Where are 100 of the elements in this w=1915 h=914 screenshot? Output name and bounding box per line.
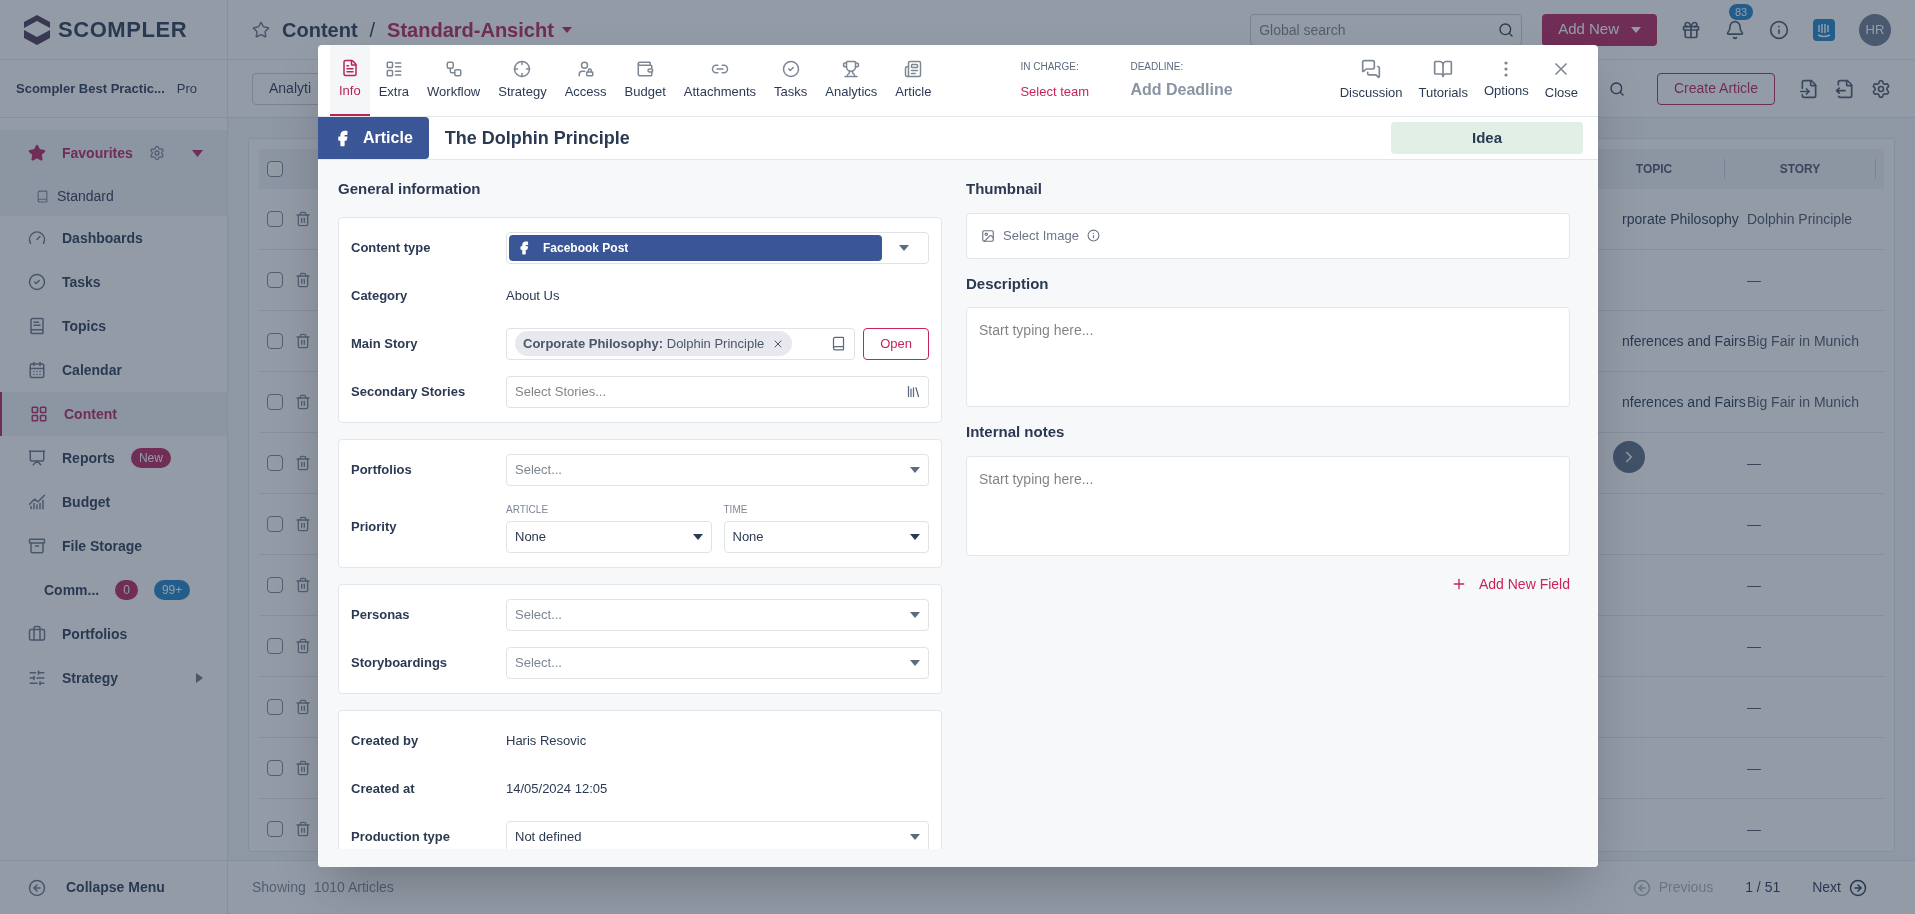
sub-label: TIME [723,502,749,517]
row-checkbox[interactable] [267,577,283,593]
next-button[interactable]: Next [1812,877,1867,898]
table-cell: — [1747,454,1761,471]
trash-icon[interactable] [295,577,311,593]
field-value: 14/05/2024 12:05 [506,779,608,798]
logo-icon [24,14,50,45]
trash-icon[interactable] [295,760,311,776]
field-label: Secondary Stories [351,382,467,401]
trash-icon[interactable] [295,638,311,654]
star-outline-icon[interactable] [252,20,270,39]
info-icon[interactable] [1769,19,1789,40]
row-checkbox[interactable] [267,821,283,837]
add-deadline-link[interactable]: Add Deadline [1130,78,1233,102]
dialog-tab[interactable]: Extra [369,45,419,116]
chat-widget-icon[interactable] [1813,18,1835,41]
caret-down-icon[interactable] [192,149,203,157]
select-field[interactable]: Select... [506,646,929,679]
count-badge: 0 [115,580,138,600]
collapse-menu-button[interactable]: Collapse Menu [0,860,227,914]
dialog-tab[interactable]: Attachments [674,45,766,116]
dialog-tab[interactable]: Article [886,45,941,116]
row-checkbox[interactable] [267,333,283,349]
dialog-tab[interactable]: Access [555,45,616,116]
select-all-checkbox[interactable] [267,161,283,177]
trash-icon[interactable] [295,394,311,410]
sidebar-item[interactable]: Calendar [0,348,227,392]
select-field[interactable]: Select... [506,453,929,486]
sliders-icon [28,669,46,687]
global-search-field[interactable]: Global search [1250,13,1523,46]
gift-icon[interactable] [1681,19,1701,40]
description-field[interactable]: Start typing here... [966,307,1570,407]
add-new-field-link[interactable]: Add New Field [1450,573,1570,595]
dialog-tab[interactable]: Tasks [765,45,817,116]
book-icon[interactable] [831,336,847,351]
notes-field[interactable]: Start typing here... [966,455,1570,556]
favourite-entry[interactable]: Standard [0,176,227,216]
settings-icon[interactable] [1871,78,1891,99]
dialog-action[interactable]: Tutorials [1410,45,1476,116]
breadcrumb-section[interactable]: Content [282,14,358,45]
favourites-item[interactable]: Favourites [0,130,227,176]
row-checkbox[interactable] [267,455,283,471]
dialog-tab[interactable]: Analytics [816,45,887,116]
sidebar-item[interactable]: Tasks [0,260,227,304]
notifications-icon[interactable] [1725,19,1745,40]
sidebar-item[interactable]: Portfolios [0,612,227,656]
search-icon[interactable] [1608,80,1625,97]
status-pill[interactable]: Idea [1391,122,1583,154]
open-button[interactable]: Open [863,327,929,360]
settings-icon[interactable] [148,145,165,161]
sidebar-item[interactable]: Comm... 0 99+ [0,568,227,612]
workspace-name[interactable]: Scompler Best Practic... [16,78,165,99]
trash-icon[interactable] [295,455,311,471]
row-checkbox[interactable] [267,638,283,654]
sidebar-item[interactable]: Topics [0,304,227,348]
trash-icon[interactable] [295,699,311,715]
dialog-action[interactable]: Discussion [1331,45,1411,116]
sidebar-item[interactable]: Dashboards [0,216,227,260]
dialog-tab[interactable]: Strategy [489,45,556,116]
content-type-select[interactable]: Facebook Post [506,231,929,264]
search-icon [1498,21,1515,38]
user-avatar[interactable]: HR [1859,13,1891,46]
dialog-action[interactable]: Close [1536,45,1586,116]
row-checkbox[interactable] [267,211,283,227]
sidebar-item[interactable]: Strategy [0,656,227,700]
import-icon[interactable] [1799,78,1819,99]
trash-icon[interactable] [295,821,311,837]
add-new-button[interactable]: Add New [1542,13,1657,46]
dialog-tab[interactable]: Budget [615,45,675,116]
row-checkbox[interactable] [267,394,283,410]
stories-field[interactable]: Select Stories... [506,375,929,408]
dialog-tab[interactable]: Info [330,45,370,116]
story-field[interactable]: Corporate Philosophy: Dolphin Principle [506,327,856,360]
sidebar-item[interactable]: Budget [0,480,227,524]
sidebar-item[interactable]: Content [0,392,227,436]
sidebar-item[interactable]: Reports New [0,436,227,480]
thumbnail-field[interactable]: Select Image [966,212,1570,259]
trash-icon[interactable] [295,211,311,227]
row-checkbox[interactable] [267,760,283,776]
dialog-action[interactable]: Options [1475,45,1537,116]
select-team-link[interactable]: Select team [1020,82,1121,102]
row-checkbox[interactable] [267,516,283,532]
row-checkbox[interactable] [267,272,283,288]
article-title[interactable]: The Dolphin Principle [444,124,630,152]
export-icon[interactable] [1835,78,1855,99]
select-field[interactable]: Not defined [506,820,929,849]
sidebar-item[interactable]: File Storage [0,524,227,568]
create-article-button[interactable]: Create Article [1656,72,1775,105]
select-field[interactable]: Select... [506,598,929,631]
select-field[interactable]: None [723,520,929,553]
trash-icon[interactable] [295,333,311,349]
dialog-tab[interactable]: Workflow [418,45,490,116]
caret-down-icon [1631,26,1641,33]
row-checkbox[interactable] [267,699,283,715]
column-header[interactable]: STORY [1725,160,1875,178]
trash-icon[interactable] [295,272,311,288]
star-icon [28,144,46,162]
view-selector[interactable]: Standard-Ansicht [387,14,572,45]
trash-icon[interactable] [295,516,311,532]
select-field[interactable]: None [506,520,712,553]
